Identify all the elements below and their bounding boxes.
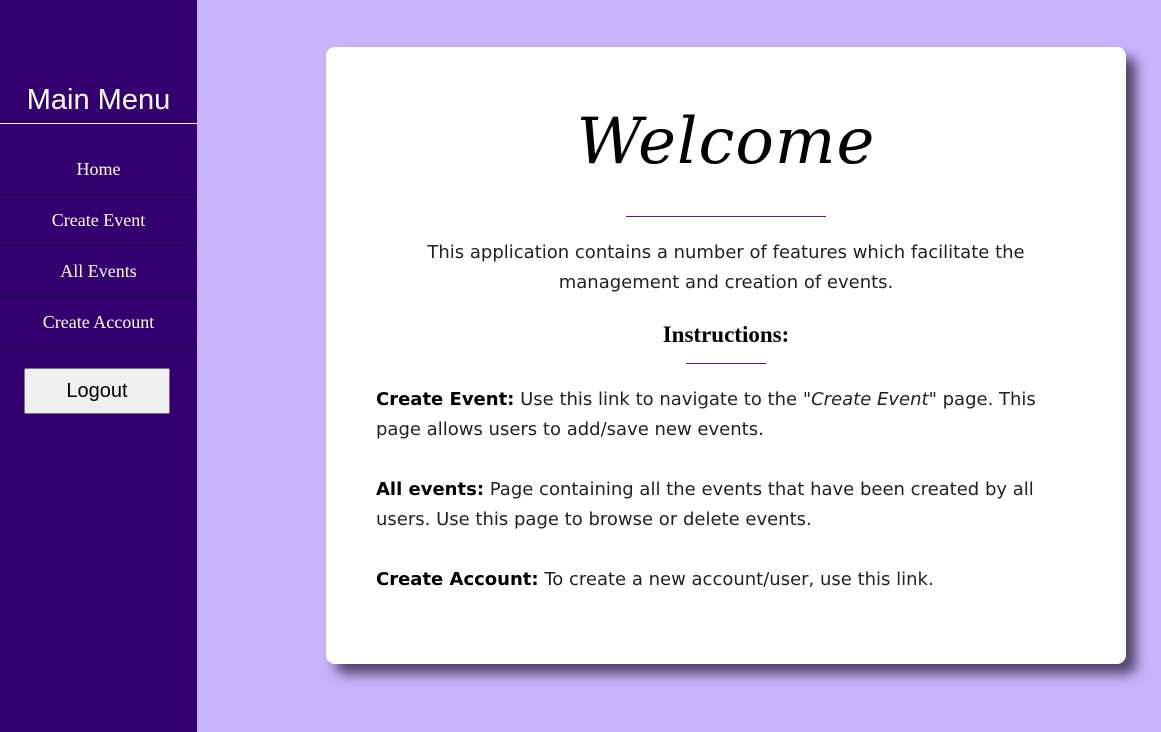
- instructions-divider: [686, 363, 766, 364]
- instruction-term: Create Event:: [376, 389, 515, 410]
- welcome-heading: Welcome: [576, 105, 876, 179]
- instruction-create-account: Create Account: To create a new account/…: [376, 565, 1076, 595]
- instruction-term: Create Account:: [376, 569, 539, 590]
- sidebar-item-home[interactable]: Home: [0, 145, 197, 195]
- sidebar-item-create-account[interactable]: Create Account: [0, 297, 197, 348]
- welcome-card: Welcome This application contains a numb…: [326, 47, 1126, 664]
- sidebar: Main Menu Home Create Event All Events C…: [0, 0, 197, 732]
- intro-paragraph: This application contains a number of fe…: [427, 242, 1025, 293]
- instruction-text: Use this link to navigate to the: [514, 389, 803, 410]
- welcome-divider: [626, 216, 826, 217]
- instruction-text: To create a new account/user, use this l…: [538, 569, 934, 590]
- menu-title-divider: [0, 123, 197, 124]
- instruction-emphasis: "Create Event": [802, 389, 937, 410]
- instruction-all-events: All events: Page containing all the even…: [376, 475, 1076, 535]
- logout-button[interactable]: Logout: [24, 368, 170, 414]
- sidebar-item-create-event[interactable]: Create Event: [0, 195, 197, 246]
- instruction-term: All events:: [376, 479, 485, 500]
- instruction-create-event: Create Event: Use this link to navigate …: [376, 385, 1076, 445]
- instructions-heading: Instructions:: [662, 322, 790, 347]
- sidebar-item-all-events[interactable]: All Events: [0, 246, 197, 297]
- menu-title: Main Menu: [26, 84, 171, 116]
- sidebar-nav: Home Create Event All Events Create Acco…: [0, 145, 197, 348]
